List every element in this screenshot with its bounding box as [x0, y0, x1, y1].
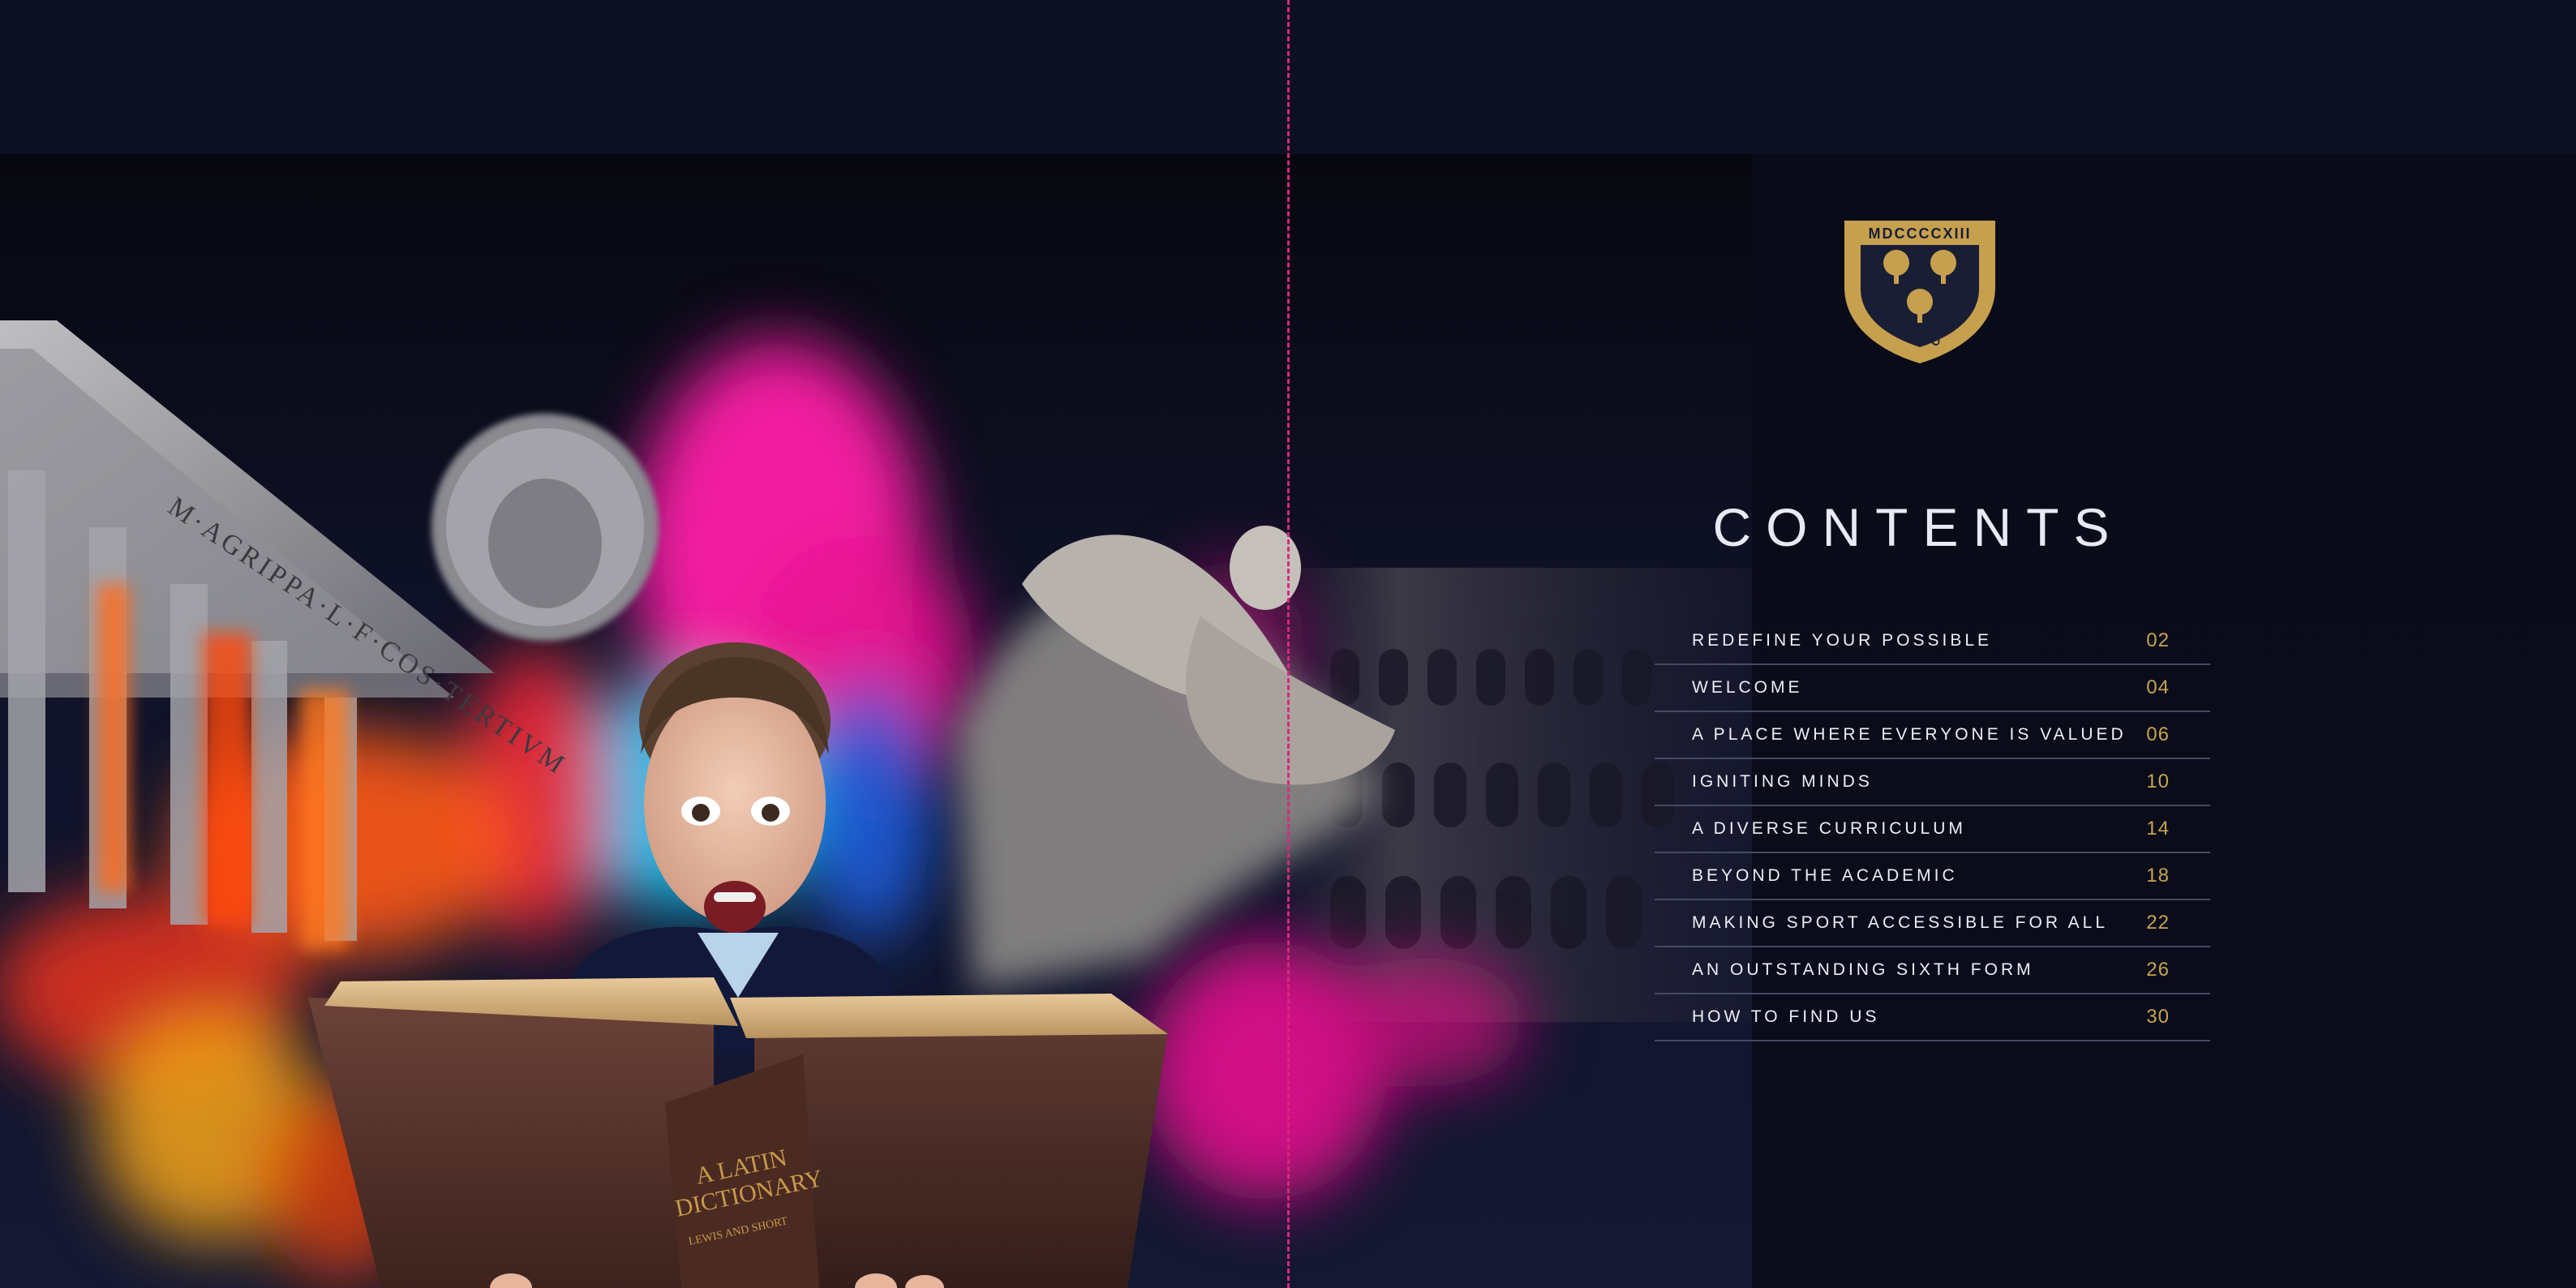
contents-entry[interactable]: A PLACE WHERE EVERYONE IS VALUED 06: [1655, 712, 2210, 759]
contents-entry[interactable]: WELCOME 04: [1655, 665, 2210, 712]
contents-entry-label: HOW TO FIND US: [1692, 1007, 1880, 1026]
contents-entry-label: BEYOND THE ACADEMIC: [1692, 866, 1958, 885]
contents-entry-page: 14: [2146, 818, 2170, 839]
contents-entry-page: 02: [2146, 629, 2170, 651]
contents-entry[interactable]: REDEFINE YOUR POSSIBLE 02: [1655, 618, 2210, 665]
contents-entry-label: MAKING SPORT ACCESSIBLE FOR ALL: [1692, 913, 2109, 932]
contents-entry[interactable]: IGNITING MINDS 10: [1655, 759, 2210, 806]
contents-entry[interactable]: BEYOND THE ACADEMIC 18: [1655, 853, 2210, 900]
contents-entry-label: A PLACE WHERE EVERYONE IS VALUED: [1692, 725, 2127, 744]
contents-entry-page: 18: [2146, 865, 2170, 887]
contents-heading: CONTENTS: [1712, 497, 2124, 557]
contents-entry[interactable]: A DIVERSE CURRICULUM 14: [1655, 806, 2210, 853]
contents-entry-label: WELCOME: [1692, 678, 1803, 697]
fold-line: [1287, 0, 1290, 1288]
brochure-spread: M·AGRIPPA·L·F·COS·TERTIVM A LATIN DICTIO…: [0, 0, 2576, 1288]
contents-entry[interactable]: HOW TO FIND US 30: [1655, 994, 2210, 1041]
crest-top-text: MDCCCCXIII: [1869, 225, 1972, 242]
contents-entry[interactable]: MAKING SPORT ACCESSIBLE FOR ALL 22: [1655, 900, 2210, 947]
contents-list: REDEFINE YOUR POSSIBLE 02 WELCOME 04 A P…: [1655, 618, 2210, 1041]
contents-entry-label: IGNITING MINDS: [1692, 772, 1873, 791]
contents-entry-page: 10: [2146, 771, 2170, 792]
contents-entry-label: REDEFINE YOUR POSSIBLE: [1692, 631, 1993, 650]
contents-entry-page: 30: [2146, 1006, 2170, 1028]
contents-entry-page: 04: [2146, 676, 2170, 698]
school-crest: MDCCCCXIII AD METAM CONTENDO: [1841, 217, 1999, 367]
contents-entry-label: AN OUTSTANDING SIXTH FORM: [1692, 960, 2034, 979]
coin-image: [431, 414, 659, 641]
contents-entry-page: 26: [2146, 959, 2170, 981]
contents-entry-page: 06: [2146, 723, 2170, 745]
contents-entry-label: A DIVERSE CURRICULUM: [1692, 819, 1966, 838]
contents-entry-page: 22: [2146, 912, 2170, 934]
contents-entry[interactable]: AN OUTSTANDING SIXTH FORM 26: [1655, 947, 2210, 994]
